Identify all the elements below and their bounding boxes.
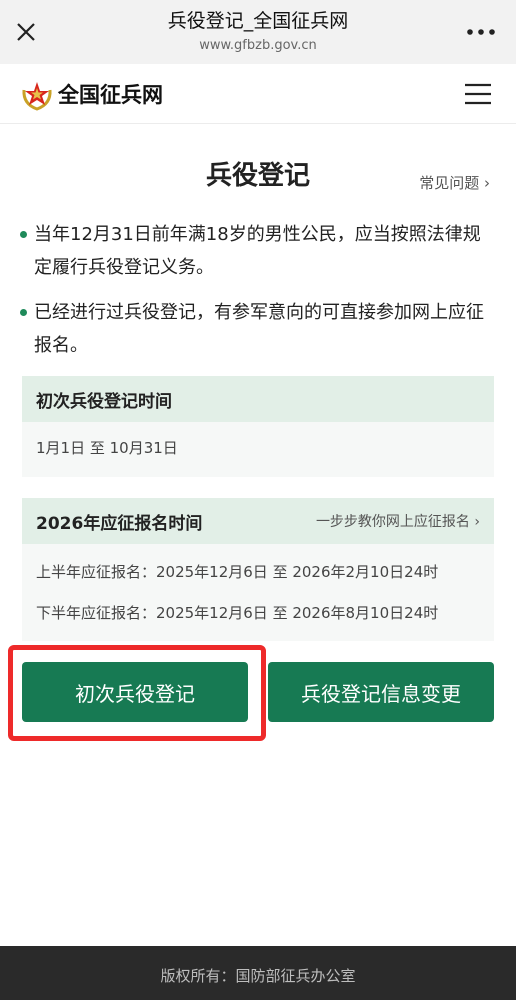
change-registration-info-button[interactable]: 兵役登记信息变更	[268, 662, 494, 722]
bullet-dot-icon	[20, 231, 27, 238]
browser-title: 兵役登记_全国征兵网	[167, 10, 349, 32]
enlistment-card: 2026年应征报名时间 一步步教你网上应征报名 › 上半年应征报名：2025年1…	[22, 498, 494, 641]
menu-icon[interactable]	[464, 82, 492, 106]
site-header: 全国征兵网	[0, 64, 516, 124]
second-half-period: 下半年应征报名：2025年12月6日 至 2026年8月10日24时	[36, 604, 439, 622]
footer: 版权所有：国防部征兵办公室	[0, 946, 516, 1000]
faq-label: 常见问题	[419, 174, 480, 192]
first-registration-card: 初次兵役登记时间 1月1日 至 10月31日	[22, 376, 494, 477]
list-item: 当年12月31日前年满18岁的男性公民，应当按照法律规定履行兵役登记义务。	[20, 218, 494, 284]
bullet-text: 当年12月31日前年满18岁的男性公民，应当按照法律规定履行兵役登记义务。	[34, 224, 481, 278]
list-item: 已经进行过兵役登记，有参军意向的可直接参加网上应征报名。	[20, 296, 494, 362]
browser-url: www.gfbzb.gov.cn	[199, 38, 317, 53]
browser-titles: 兵役登记_全国征兵网 www.gfbzb.gov.cn	[100, 8, 416, 56]
enlistment-heading: 2026年应征报名时间	[36, 513, 203, 534]
bullet-dot-icon	[20, 309, 27, 316]
faq-link[interactable]: 常见问题 ›	[419, 172, 490, 194]
card-header: 2026年应征报名时间 一步步教你网上应征报名 ›	[22, 498, 494, 544]
army-emblem-icon[interactable]	[20, 78, 54, 112]
first-registration-period: 1月1日 至 10月31日	[36, 439, 178, 457]
copyright-text: 版权所有：国防部征兵办公室	[160, 967, 356, 985]
browser-top-bar: 兵役登记_全国征兵网 www.gfbzb.gov.cn	[0, 0, 516, 64]
enlistment-guide-link[interactable]: 一步步教你网上应征报名 ›	[316, 511, 480, 531]
chevron-right-icon: ›	[484, 174, 490, 192]
first-registration-heading: 初次兵役登记时间	[36, 391, 172, 412]
bullet-text: 已经进行过兵役登记，有参军意向的可直接参加网上应征报名。	[34, 302, 484, 356]
registration-notes: 当年12月31日前年满18岁的男性公民，应当按照法律规定履行兵役登记义务。 已经…	[20, 218, 494, 374]
site-name[interactable]: 全国征兵网	[58, 80, 163, 110]
chevron-right-icon: ›	[474, 514, 480, 530]
card-header: 初次兵役登记时间	[22, 376, 494, 422]
close-icon[interactable]	[14, 20, 38, 44]
more-options-icon[interactable]	[466, 28, 496, 36]
first-half-period: 上半年应征报名：2025年12月6日 至 2026年2月10日24时	[36, 563, 439, 581]
guide-link-label: 一步步教你网上应征报名	[315, 514, 470, 530]
first-registration-button[interactable]: 初次兵役登记	[22, 662, 248, 722]
